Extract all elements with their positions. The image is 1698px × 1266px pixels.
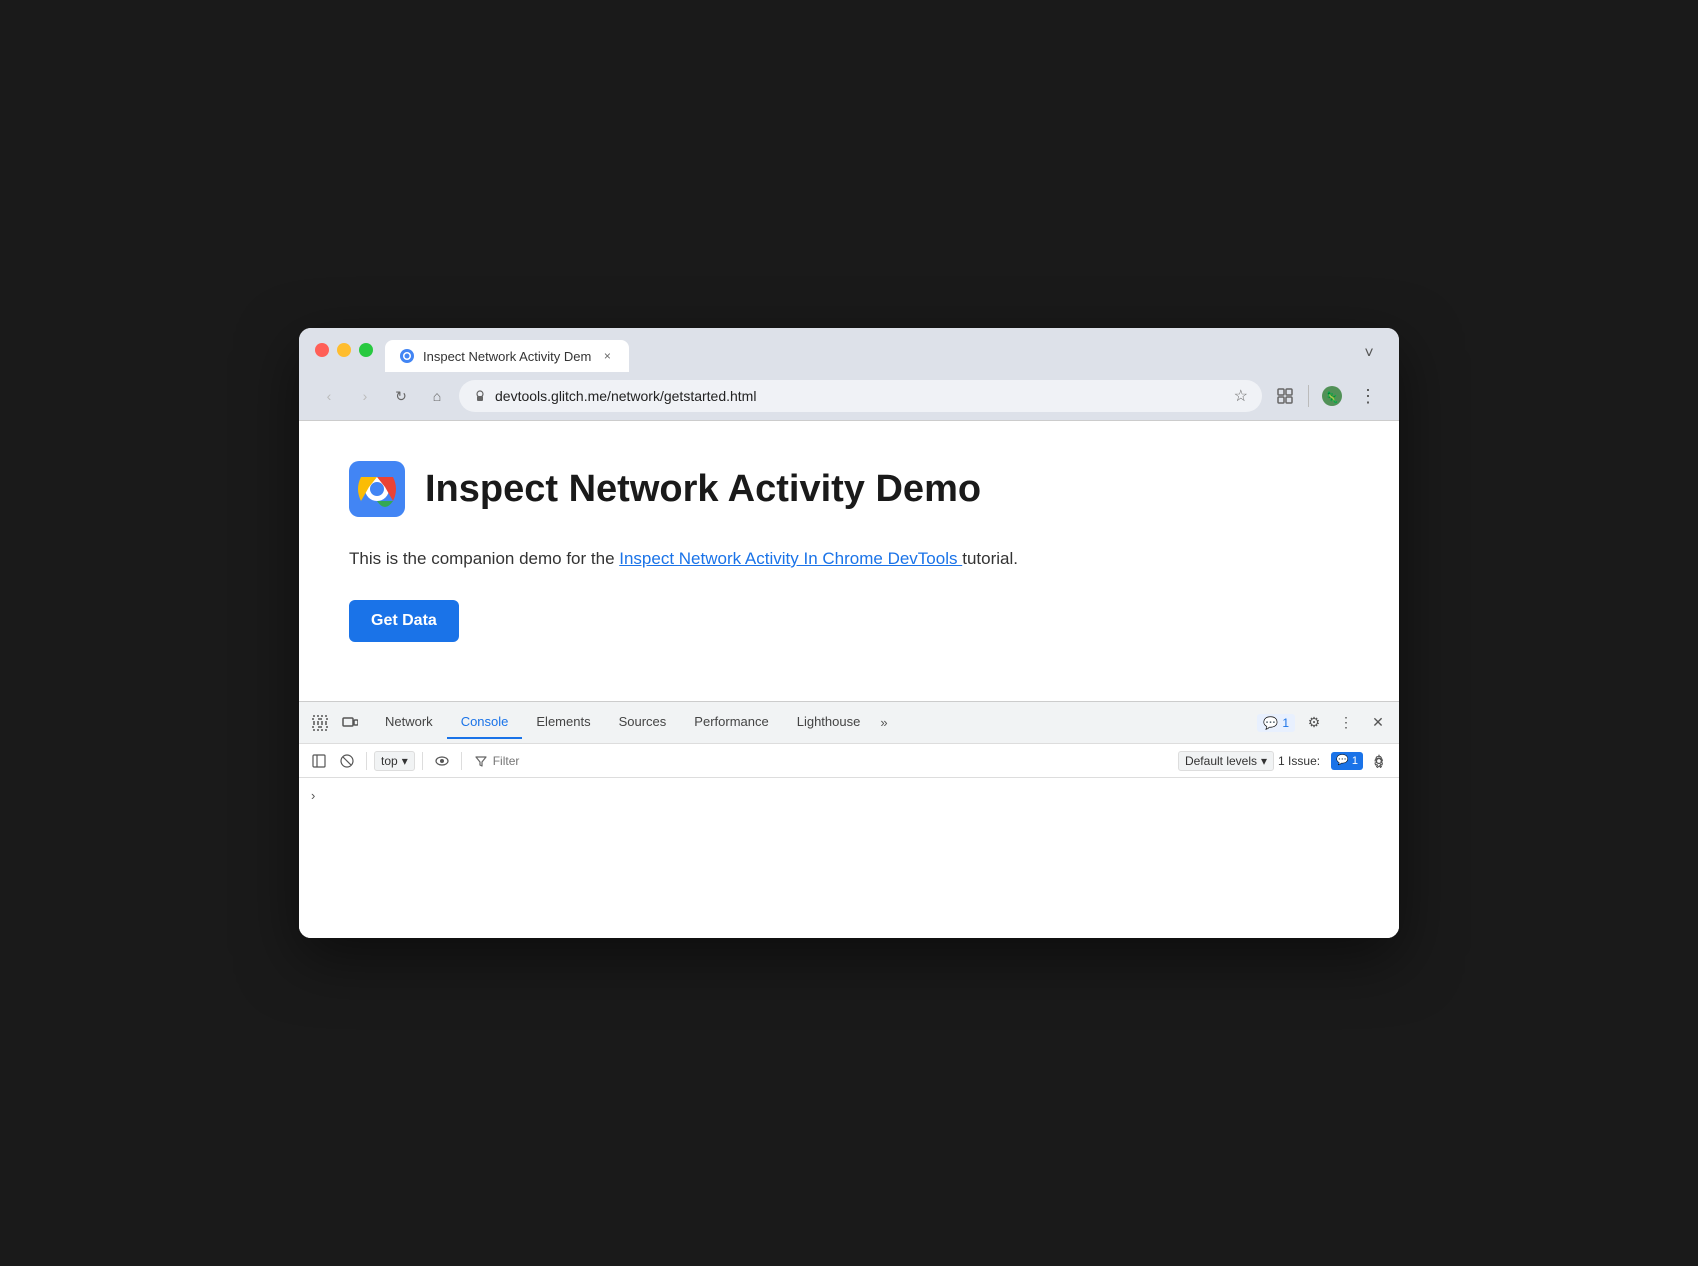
forward-button[interactable]: › (351, 382, 379, 410)
filter-icon (475, 755, 487, 767)
console-expand-row[interactable]: › (307, 786, 1391, 805)
tab-favicon (399, 348, 415, 364)
devtools-close-button[interactable]: ✕ (1365, 710, 1391, 736)
tab-performance[interactable]: Performance (680, 706, 782, 739)
filter-bar[interactable] (469, 754, 1174, 768)
eye-icon (435, 754, 449, 768)
tab-title: Inspect Network Activity Dem (423, 349, 591, 364)
bookmark-icon[interactable]: ☆ (1234, 386, 1248, 406)
extensions-icon[interactable] (1270, 381, 1300, 411)
responsive-icon (342, 715, 358, 731)
devtools-actions: 💬 1 ⚙ ⋮ ✕ (1257, 710, 1391, 736)
svg-text:🦎: 🦎 (1325, 391, 1339, 404)
new-tab-button[interactable] (629, 340, 657, 368)
sidebar-icon (312, 754, 326, 768)
issue-badge-count: 1 (1352, 755, 1358, 767)
description-suffix: tutorial. (962, 549, 1018, 568)
tab-sources[interactable]: Sources (605, 706, 681, 739)
log-levels-dropdown[interactable]: Default levels ▾ (1178, 751, 1274, 771)
page-content: Inspect Network Activity Demo This is th… (299, 421, 1399, 701)
context-label: top (381, 754, 398, 768)
context-selector[interactable]: top ▾ (374, 751, 415, 771)
tab-network[interactable]: Network (371, 706, 447, 739)
security-icon (473, 389, 487, 403)
cursor-box-icon (312, 715, 328, 731)
console-clear-button[interactable] (335, 749, 359, 773)
issues-badge-count: 1 (1282, 716, 1289, 730)
issue-badge[interactable]: 💬 1 (1331, 752, 1363, 770)
console-sidebar-toggle[interactable] (307, 749, 331, 773)
tab-menu-button[interactable]: ˅ (1355, 340, 1383, 368)
address-bar[interactable]: devtools.glitch.me/network/getstarted.ht… (459, 380, 1262, 412)
nav-divider (1308, 385, 1309, 407)
devtools-settings-icon[interactable]: ⚙ (1301, 710, 1327, 736)
issues-badge[interactable]: 💬 1 (1257, 714, 1295, 732)
back-button[interactable]: ‹ (315, 382, 343, 410)
devtools-panel: Network Console Elements Sources Perform… (299, 701, 1399, 938)
devtools-tabs: Network Console Elements Sources Perform… (371, 706, 1257, 739)
traffic-lights (315, 343, 373, 369)
navigation-bar: ‹ › ↻ ⌂ devtools.glitch.me/network/getst… (299, 372, 1399, 421)
clear-icon (340, 754, 354, 768)
device-toggle-icon[interactable] (337, 710, 363, 736)
url-text: devtools.glitch.me/network/getstarted.ht… (495, 388, 1226, 404)
title-bar: Inspect Network Activity Dem × ˅ (299, 328, 1399, 372)
issues-count: 1 Issue: 💬 1 (1278, 752, 1363, 770)
reload-button[interactable]: ↻ (387, 382, 415, 410)
console-right-actions: Default levels ▾ 1 Issue: 💬 1 (1178, 749, 1391, 773)
console-content: › (299, 778, 1399, 938)
tab-elements[interactable]: Elements (522, 706, 604, 739)
more-tabs-button[interactable]: » (874, 707, 893, 738)
nav-actions: 🦎 ⋮ (1270, 381, 1383, 411)
devtools-tool-icons (307, 710, 363, 736)
tab-console[interactable]: Console (447, 706, 523, 739)
context-arrow-icon: ▾ (402, 754, 408, 768)
page-description: This is the companion demo for the Inspe… (349, 545, 1349, 572)
devtools-toolbar: Network Console Elements Sources Perform… (299, 702, 1399, 744)
console-toolbar: top ▾ Default levels ▾ (299, 744, 1399, 778)
issues-badge-icon: 💬 (1263, 716, 1278, 730)
gear-icon (1372, 754, 1386, 768)
toolbar-divider-3 (461, 752, 462, 770)
close-button[interactable] (315, 343, 329, 357)
filter-input[interactable] (493, 754, 1168, 768)
chrome-logo-icon (349, 461, 405, 517)
maximize-button[interactable] (359, 343, 373, 357)
tutorial-link[interactable]: Inspect Network Activity In Chrome DevTo… (619, 549, 962, 568)
minimize-button[interactable] (337, 343, 351, 357)
tab-close-button[interactable]: × (599, 348, 615, 364)
puzzle-icon (1275, 386, 1295, 406)
get-data-button[interactable]: Get Data (349, 600, 459, 642)
avatar-icon: 🦎 (1321, 385, 1343, 407)
levels-arrow-icon: ▾ (1261, 754, 1267, 768)
active-tab[interactable]: Inspect Network Activity Dem × (385, 340, 629, 372)
home-button[interactable]: ⌂ (423, 382, 451, 410)
page-title: Inspect Network Activity Demo (425, 468, 981, 511)
chrome-menu-button[interactable]: ⋮ (1353, 381, 1383, 411)
expand-arrow-icon: › (311, 788, 315, 803)
devtools-more-options-icon[interactable]: ⋮ (1333, 710, 1359, 736)
description-prefix: This is the companion demo for the (349, 549, 619, 568)
toolbar-divider (366, 752, 367, 770)
issues-prefix: 1 Issue: (1278, 754, 1320, 768)
inspect-element-icon[interactable] (307, 710, 333, 736)
tab-bar: Inspect Network Activity Dem × ˅ (385, 340, 1383, 372)
tab-lighthouse[interactable]: Lighthouse (783, 706, 875, 739)
console-eye-icon[interactable] (430, 749, 454, 773)
address-icons: ☆ (1234, 386, 1248, 406)
console-settings-icon[interactable] (1367, 749, 1391, 773)
browser-window: Inspect Network Activity Dem × ˅ ‹ › ↻ ⌂… (299, 328, 1399, 938)
toolbar-divider-2 (422, 752, 423, 770)
page-header: Inspect Network Activity Demo (349, 461, 1349, 517)
profile-icon[interactable]: 🦎 (1317, 381, 1347, 411)
levels-label: Default levels (1185, 754, 1257, 768)
issue-badge-icon: 💬 (1336, 755, 1348, 766)
